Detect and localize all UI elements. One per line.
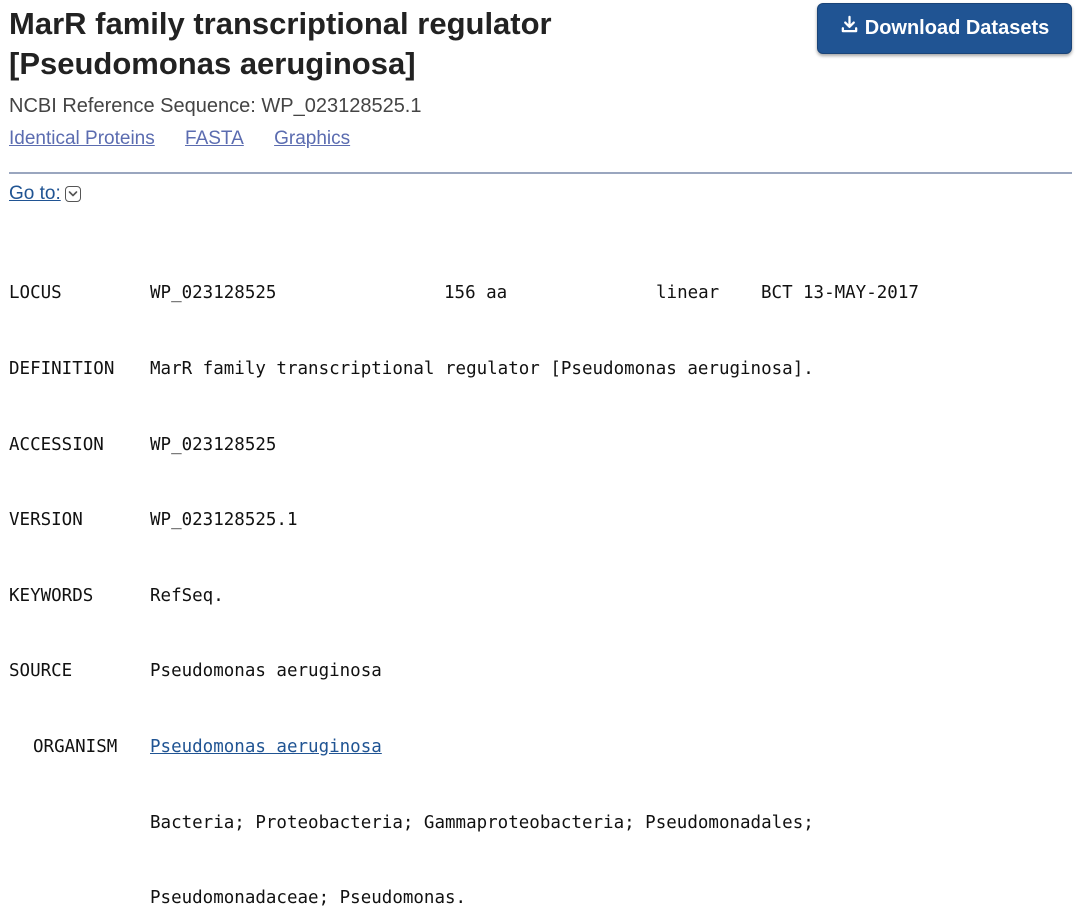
refseq-label: NCBI Reference Sequence: WP_023128525.1 bbox=[9, 95, 422, 117]
source-row: SOURCE Pseudomonas aeruginosa bbox=[9, 659, 919, 684]
organism-link[interactable]: Pseudomonas aeruginosa bbox=[150, 737, 382, 757]
keywords-key: KEYWORDS bbox=[9, 585, 94, 606]
divider bbox=[9, 172, 1072, 174]
locus-row: LOCUS WP_023128525 156 aa linear BCT 13-MAY-… bbox=[9, 281, 919, 306]
genbank-record: LOCUS WP_023128525 156 aa linear BCT 13-MAY-… bbox=[9, 231, 919, 910]
format-links: Identical Proteins FASTA Graphics bbox=[9, 128, 375, 150]
download-icon bbox=[840, 15, 859, 40]
title-line-1: MarR family transcriptional regulator bbox=[9, 6, 552, 41]
download-datasets-button[interactable]: Download Datasets bbox=[817, 3, 1072, 54]
chevron-down-icon[interactable] bbox=[64, 186, 81, 202]
lineage-row-2: Pseudomonadaceae; Pseudomonas. bbox=[9, 886, 919, 910]
version-row: VERSION WP_023128525.1 bbox=[9, 508, 919, 533]
link-graphics[interactable]: Graphics bbox=[274, 128, 350, 149]
link-identical-proteins[interactable]: Identical Proteins bbox=[9, 128, 155, 149]
source-value: Pseudomonas aeruginosa bbox=[150, 661, 382, 682]
locus-length: 156 aa bbox=[444, 283, 508, 304]
goto-link[interactable]: Go to: bbox=[9, 183, 61, 205]
version-key: VERSION bbox=[9, 510, 83, 531]
keywords-row: KEYWORDS RefSeq. bbox=[9, 584, 919, 609]
locus-date: 13-MAY-2017 bbox=[803, 283, 919, 304]
locus-division: BCT bbox=[761, 283, 793, 304]
lineage-line-1: Bacteria; Proteobacteria; Gammaproteobac… bbox=[150, 812, 814, 833]
definition-key: DEFINITION bbox=[9, 359, 115, 380]
locus-name: WP_023128525 bbox=[150, 283, 277, 304]
download-label: Download Datasets bbox=[864, 17, 1050, 39]
definition-row: DEFINITION MarR family transcriptional r… bbox=[9, 357, 919, 382]
goto-menu[interactable]: Go to: bbox=[9, 183, 81, 205]
keywords-value: RefSeq. bbox=[150, 585, 224, 606]
version-value: WP_023128525.1 bbox=[150, 510, 298, 531]
accession-value: WP_023128525 bbox=[150, 434, 277, 455]
organism-key: ORGANISM bbox=[33, 737, 118, 758]
link-fasta[interactable]: FASTA bbox=[185, 128, 244, 149]
locus-key: LOCUS bbox=[9, 283, 62, 304]
lineage-row-1: Bacteria; Proteobacteria; Gammaproteobac… bbox=[9, 811, 919, 836]
source-key: SOURCE bbox=[9, 661, 73, 682]
title-line-2: [Pseudomonas aeruginosa] bbox=[9, 46, 416, 81]
accession-key: ACCESSION bbox=[9, 434, 104, 455]
page-title: MarR family transcriptional regulator [P… bbox=[9, 4, 769, 84]
lineage-line-2: Pseudomonadaceae; Pseudomonas. bbox=[150, 888, 467, 909]
definition-value: MarR family transcriptional regulator [P… bbox=[150, 359, 814, 380]
locus-topology: linear bbox=[656, 283, 720, 304]
accession-row: ACCESSION WP_023128525 bbox=[9, 433, 919, 458]
organism-row: ORGANISM Pseudomonas aeruginosa bbox=[9, 735, 919, 760]
